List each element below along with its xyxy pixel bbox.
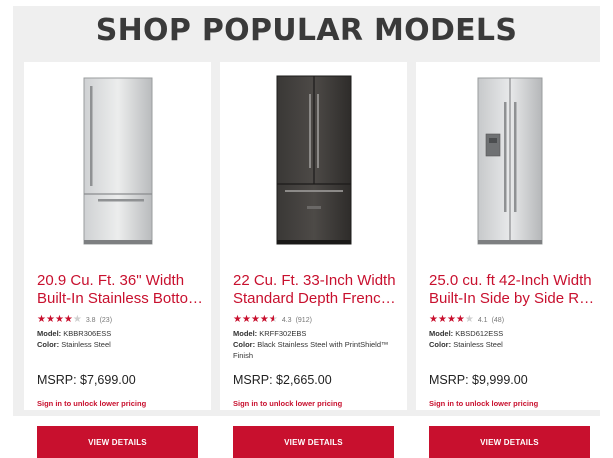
product-card: 20.9 Cu. Ft. 36" Width Built-In Stainles… (24, 62, 211, 458)
product-rating[interactable]: ★ ★ ★ ★ ★ 4.3 (912) (233, 314, 312, 326)
section-title: SHOP POPULAR MODELS (95, 13, 518, 48)
popular-models-section: SHOP POPULAR MODELS 20.9 Cu. Ft. 36" Wid… (13, 6, 603, 458)
product-name-line2[interactable]: Built-In Side by Side R… (429, 290, 597, 308)
product-name[interactable]: 20.9 Cu. Ft. 36" Width Built-In Stainles… (37, 272, 205, 308)
product-name-line1[interactable]: 22 Cu. Ft. 33-Inch Width (233, 272, 401, 290)
model-number: KBBR306ESS (63, 329, 112, 338)
product-name-line1[interactable]: 20.9 Cu. Ft. 36" Width (37, 272, 205, 290)
product-card: 25.0 cu. ft 42-Inch Width Built-In Side … (416, 62, 603, 458)
star-icon: ★ (259, 314, 269, 325)
msrp-price: MSRP: $7,699.00 (37, 373, 136, 387)
product-rating[interactable]: ★ ★ ★ ★ ★ 3.8 (23) (37, 314, 112, 326)
color-label: Color: (37, 340, 60, 349)
star-icon: ★ (45, 314, 55, 325)
product-image-side-by-side[interactable] (416, 72, 603, 272)
model-number: KRFF302EBS (259, 329, 307, 338)
rating-score: 3.8 (85, 316, 96, 324)
rating-score: 4.1 (477, 316, 488, 324)
product-image-french-door[interactable] (220, 72, 407, 272)
product-specs: Model: KRFF302EBS Color: Black Stainless… (233, 328, 401, 361)
star-empty-icon: ★ (72, 314, 82, 325)
model-label: Model: (429, 329, 454, 338)
rating-count: (912) (295, 316, 312, 324)
product-name[interactable]: 22 Cu. Ft. 33-Inch Width Standard Depth … (233, 272, 401, 308)
refrigerator-image (83, 77, 152, 245)
star-icon: ★ (63, 314, 73, 325)
rating-score: 4.3 (281, 316, 292, 324)
star-icon: ★ (54, 314, 64, 325)
product-specs: Model: KBSD612ESS Color: Stainless Steel (429, 328, 597, 350)
star-rating-icon: ★ ★ ★ ★ ★ (37, 315, 82, 325)
rating-count: (23) (99, 316, 113, 324)
color-label: Color: (429, 340, 452, 349)
color-value: Stainless Steel (61, 340, 111, 349)
star-rating-icon: ★ ★ ★ ★ ★ (233, 315, 278, 325)
product-name-line1[interactable]: 25.0 cu. ft 42-Inch Width (429, 272, 597, 290)
star-icon: ★ (429, 314, 438, 325)
msrp-price: MSRP: $9,999.00 (429, 373, 528, 387)
star-rating-icon: ★ ★ ★ ★ ★ (429, 315, 474, 325)
model-label: Model: (37, 329, 62, 338)
rating-count: (48) (491, 316, 505, 324)
star-empty-icon: ★ (464, 314, 474, 325)
product-image-bottom-freezer[interactable] (24, 72, 211, 272)
view-details-button[interactable]: VIEW DETAILS (233, 426, 394, 458)
star-icon: ★ (446, 314, 456, 325)
refrigerator-image (477, 77, 542, 245)
product-card: 22 Cu. Ft. 33-Inch Width Standard Depth … (220, 62, 407, 458)
product-specs: Model: KBBR306ESS Color: Stainless Steel (37, 328, 205, 350)
product-name[interactable]: 25.0 cu. ft 42-Inch Width Built-In Side … (429, 272, 597, 308)
star-half-icon: ★ (268, 314, 278, 325)
color-value: Stainless Steel (453, 340, 503, 349)
view-details-button[interactable]: VIEW DETAILS (37, 426, 198, 458)
sign-in-pricing-link[interactable]: Sign in to unlock lower pricing (429, 399, 538, 408)
product-rating[interactable]: ★ ★ ★ ★ ★ 4.1 (48) (429, 314, 504, 326)
refrigerator-image (276, 75, 351, 245)
product-name-line2[interactable]: Standard Depth Frenc… (233, 290, 401, 308)
star-icon: ★ (233, 314, 242, 325)
sign-in-pricing-link[interactable]: Sign in to unlock lower pricing (233, 399, 342, 408)
sign-in-pricing-link[interactable]: Sign in to unlock lower pricing (37, 399, 146, 408)
model-number: KBSD612ESS (455, 329, 504, 338)
star-icon: ★ (455, 314, 465, 325)
star-icon: ★ (437, 314, 447, 325)
model-label: Model: (233, 329, 258, 338)
star-icon: ★ (250, 314, 260, 325)
star-icon: ★ (37, 314, 46, 325)
color-label: Color: (233, 340, 256, 349)
product-name-line2[interactable]: Built-In Stainless Botto… (37, 290, 205, 308)
color-value: Black Stainless Steel with PrintShield™ … (233, 340, 389, 360)
view-details-button[interactable]: VIEW DETAILS (429, 426, 590, 458)
star-icon: ★ (241, 314, 251, 325)
msrp-price: MSRP: $2,665.00 (233, 373, 332, 387)
